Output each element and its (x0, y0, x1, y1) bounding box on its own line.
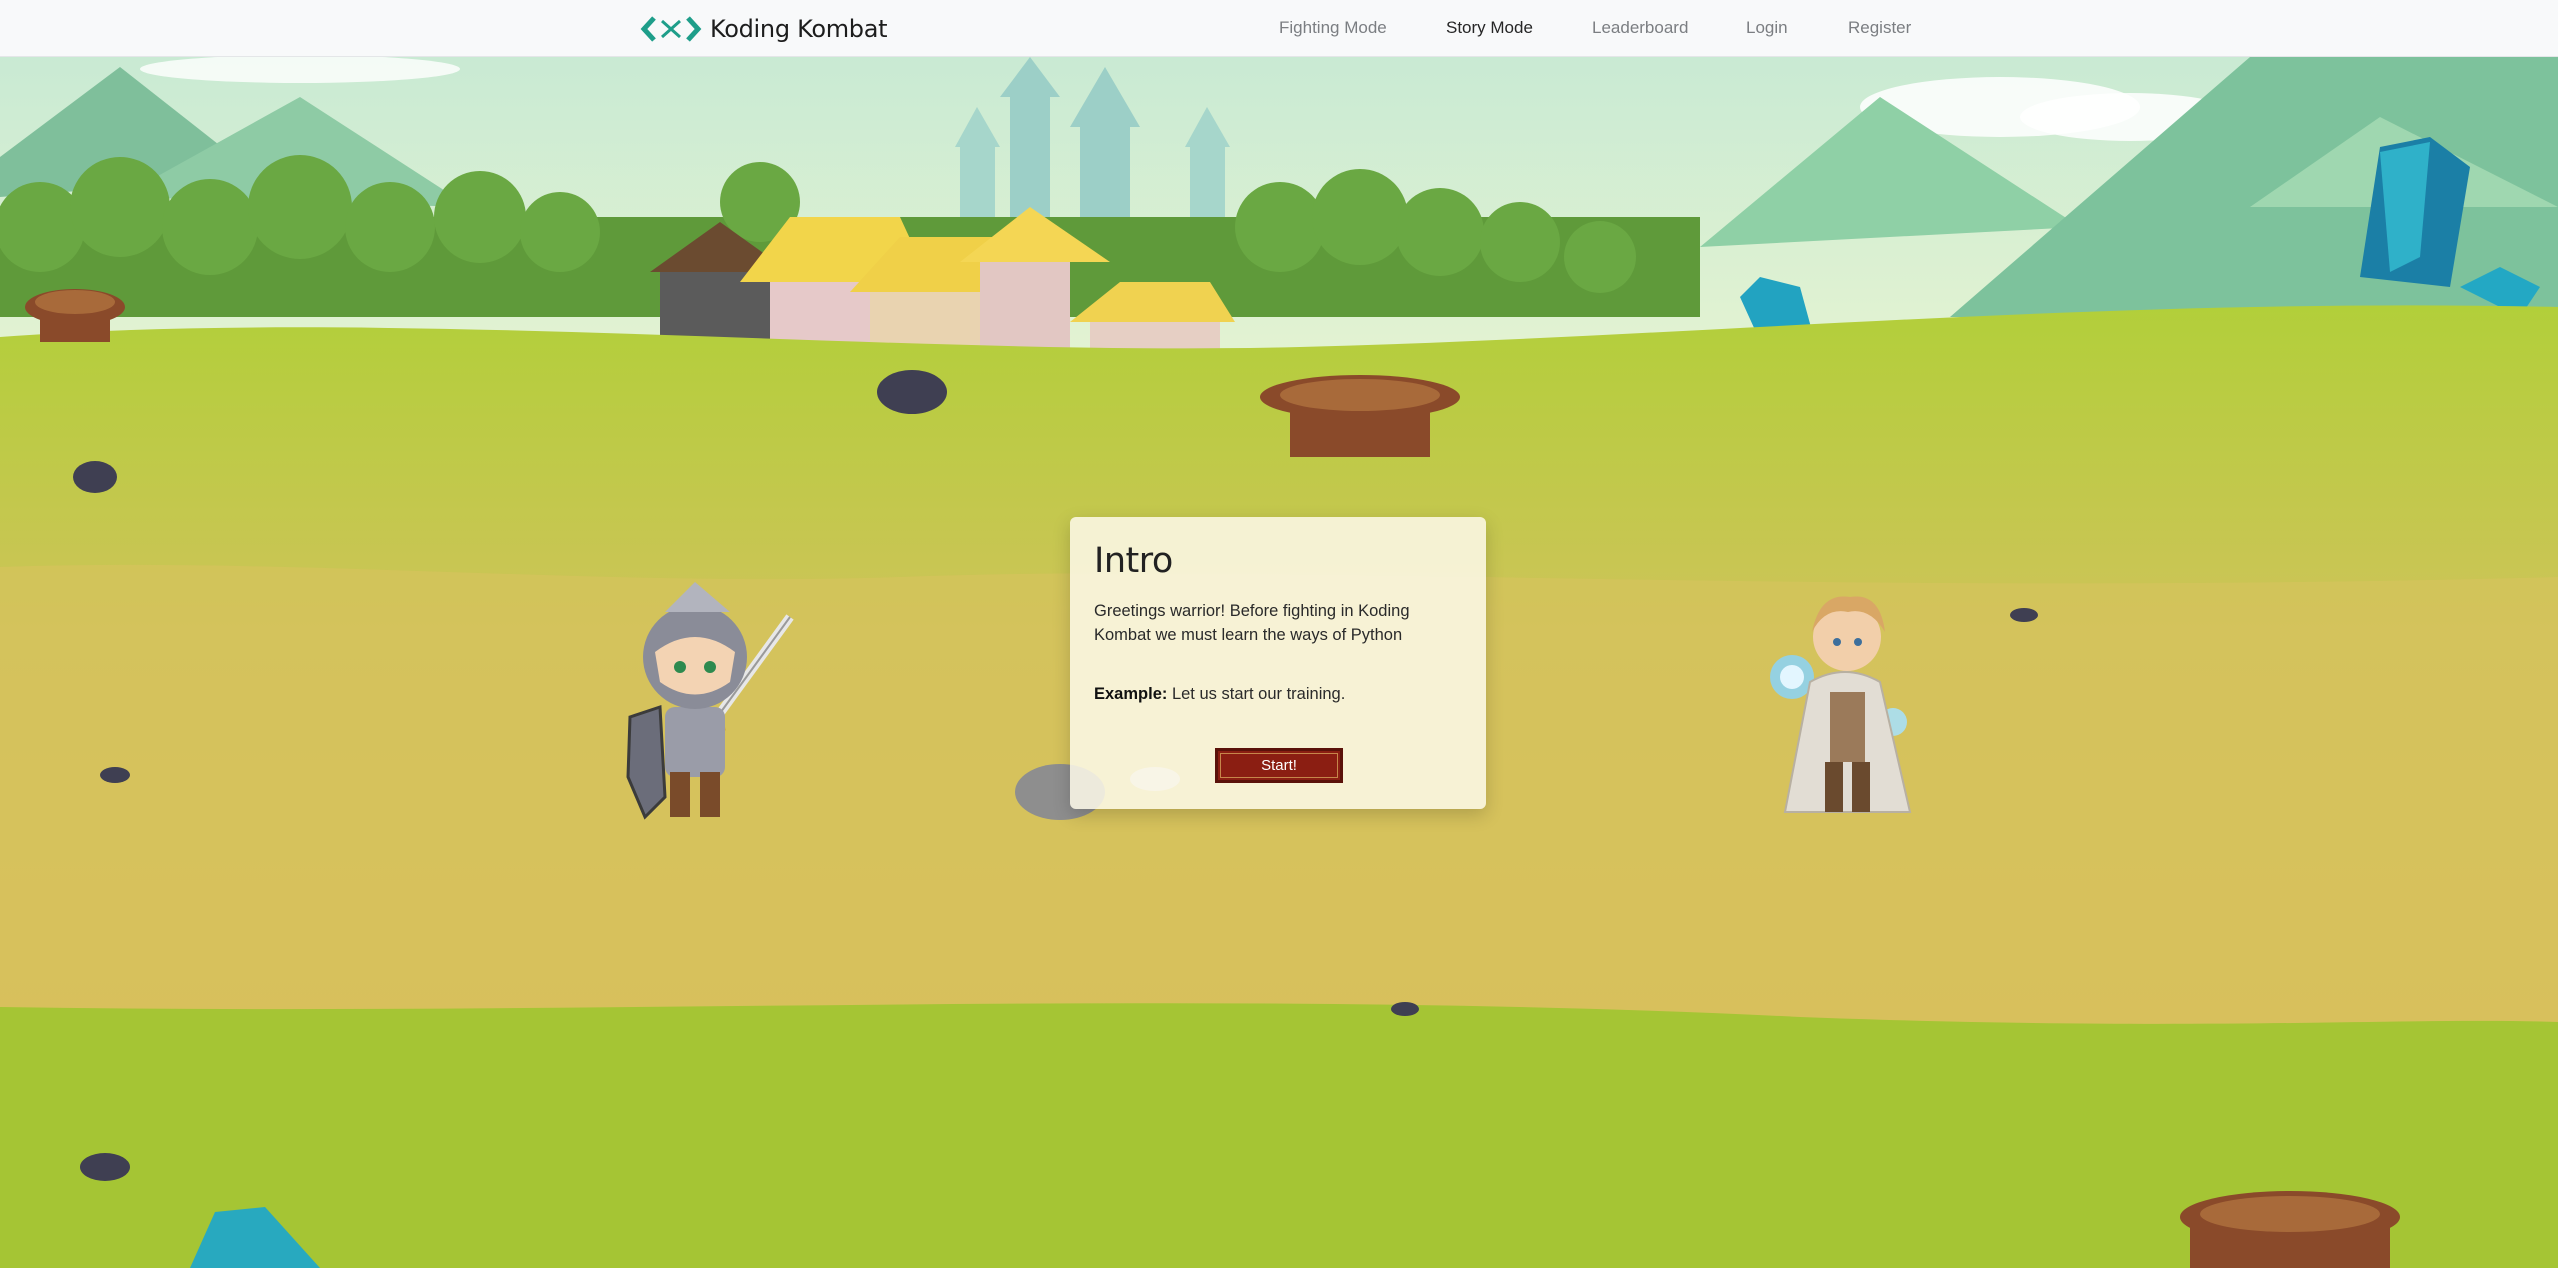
nav-register[interactable]: Register (1848, 18, 1911, 38)
example-label: Example: (1094, 685, 1168, 703)
nav-login[interactable]: Login (1746, 18, 1788, 38)
brand-name: Koding Kombat (710, 15, 888, 43)
knight-character-icon (626, 582, 794, 820)
nav-story-mode[interactable]: Story Mode (1446, 18, 1533, 38)
mage-character-icon (1770, 596, 1912, 813)
start-button[interactable]: Start! (1215, 748, 1343, 783)
navbar: Koding Kombat Fighting Mode Story Mode L… (0, 0, 2558, 57)
brand[interactable]: Koding Kombat (640, 12, 888, 46)
dialog-body: Greetings warrior! Before fighting in Ko… (1094, 602, 1410, 644)
nav-leaderboard[interactable]: Leaderboard (1592, 18, 1688, 38)
example-text: Let us start our training. (1167, 685, 1346, 703)
nav-fighting-mode[interactable]: Fighting Mode (1279, 18, 1387, 38)
intro-dialog: Intro Greetings warrior! Before fighting… (1070, 517, 1486, 809)
dialog-example: Example: Let us start our training. (1094, 685, 1462, 704)
koding-kombat-logo-icon (640, 16, 702, 42)
dialog-title: Intro (1094, 541, 1173, 581)
